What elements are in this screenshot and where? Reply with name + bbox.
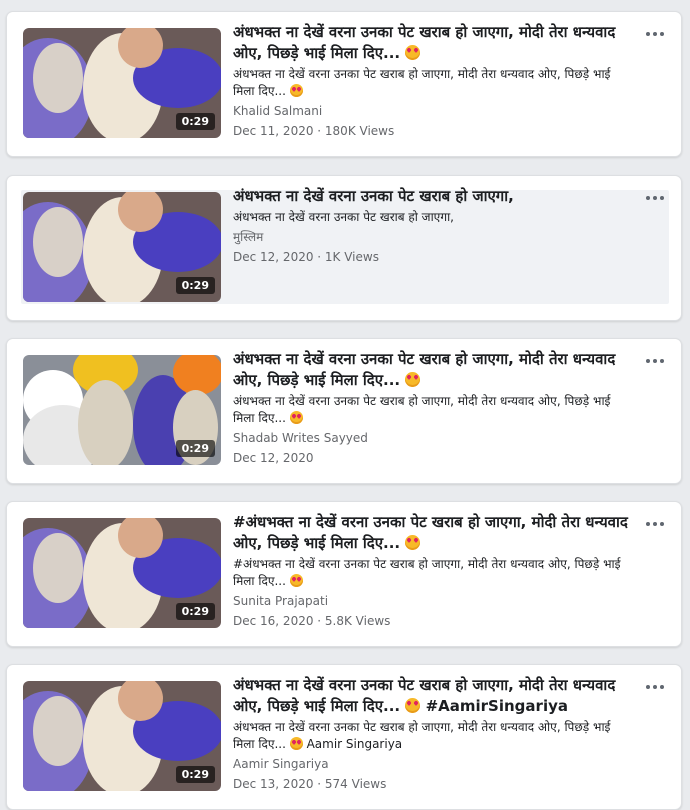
video-info: अंधभक्त ना देखें वरना उनका पेट खराब हो ज… [233, 675, 633, 793]
heart-eyes-emoji-icon [289, 84, 303, 97]
more-options-icon[interactable] [643, 353, 667, 369]
video-meta: Dec 12, 2020 · 1K Views [233, 250, 379, 264]
video-result-card[interactable]: 0:29 #अंधभक्त ना देखें वरना उनका पेट खरा… [6, 501, 682, 647]
heart-eyes-emoji-icon [289, 411, 303, 424]
video-duration: 0:29 [175, 277, 215, 294]
video-thumbnail[interactable]: 0:29 [23, 681, 221, 791]
video-duration: 0:29 [175, 440, 215, 457]
video-description: अंधभक्त ना देखें वरना उनका पेट खराब हो ज… [233, 720, 611, 751]
video-meta: Dec 12, 2020 [233, 451, 314, 465]
video-result-card[interactable]: 0:29 अंधभक्त ना देखें वरना उनका पेट खराब… [6, 338, 682, 484]
video-description: अंधभक्त ना देखें वरना उनका पेट खराब हो ज… [233, 394, 611, 425]
heart-eyes-emoji-icon [405, 698, 421, 713]
video-description: अंधभक्त ना देखें वरना उनका पेट खराब हो ज… [233, 210, 454, 224]
video-title[interactable]: अंधभक्त ना देखें वरना उनका पेट खराब हो ज… [233, 186, 633, 207]
video-result-card[interactable]: 0:29 अंधभक्त ना देखें वरना उनका पेट खराब… [6, 664, 682, 810]
video-duration: 0:29 [175, 113, 215, 130]
video-meta: Dec 13, 2020 · 574 Views [233, 777, 387, 791]
video-result-card[interactable]: 0:29 अंधभक्त ना देखें वरना उनका पेट खराब… [6, 175, 682, 321]
hashtag-link[interactable]: #AamirSingariya [426, 697, 568, 715]
video-duration: 0:29 [175, 766, 215, 783]
video-thumbnail[interactable]: 0:29 [23, 28, 221, 138]
video-duration: 0:29 [175, 603, 215, 620]
heart-eyes-emoji-icon [405, 45, 421, 60]
description-mention[interactable]: Aamir Singariya [307, 737, 403, 751]
more-options-icon[interactable] [643, 679, 667, 695]
video-result-card[interactable]: 0:29 अंधभक्त ना देखें वरना उनका पेट खराब… [6, 11, 682, 157]
video-thumbnail[interactable]: 0:29 [23, 355, 221, 465]
more-options-icon[interactable] [643, 26, 667, 42]
video-info: अंधभक्त ना देखें वरना उनका पेट खराब हो ज… [233, 186, 633, 266]
video-author[interactable]: मुस्लिम [233, 229, 633, 246]
video-author[interactable]: Khalid Salmani [233, 103, 633, 120]
video-title[interactable]: अंधभक्त ना देखें वरना उनका पेट खराब हो ज… [233, 22, 633, 64]
video-results-feed: 0:29 अंधभक्त ना देखें वरना उनका पेट खराब… [0, 0, 690, 810]
video-info: #अंधभक्त ना देखें वरना उनका पेट खराब हो … [233, 512, 633, 630]
more-options-icon[interactable] [643, 516, 667, 532]
heart-eyes-emoji-icon [289, 574, 303, 587]
video-description: #अंधभक्त ना देखें वरना उनका पेट खराब हो … [233, 557, 621, 588]
video-author[interactable]: Aamir Singariya [233, 756, 633, 773]
more-options-icon[interactable] [643, 190, 667, 206]
video-thumbnail[interactable]: 0:29 [23, 192, 221, 302]
heart-eyes-emoji-icon [405, 372, 421, 387]
video-title[interactable]: #अंधभक्त ना देखें वरना उनका पेट खराब हो … [233, 512, 633, 554]
video-author[interactable]: Shadab Writes Sayyed [233, 430, 633, 447]
heart-eyes-emoji-icon [289, 737, 303, 750]
video-info: अंधभक्त ना देखें वरना उनका पेट खराब हो ज… [233, 22, 633, 140]
video-description: अंधभक्त ना देखें वरना उनका पेट खराब हो ज… [233, 67, 611, 98]
video-meta: Dec 16, 2020 · 5.8K Views [233, 614, 391, 628]
video-thumbnail[interactable]: 0:29 [23, 518, 221, 628]
video-author[interactable]: Sunita Prajapati [233, 593, 633, 610]
heart-eyes-emoji-icon [405, 535, 421, 550]
video-meta: Dec 11, 2020 · 180K Views [233, 124, 395, 138]
video-title[interactable]: अंधभक्त ना देखें वरना उनका पेट खराब हो ज… [233, 675, 633, 717]
video-info: अंधभक्त ना देखें वरना उनका पेट खराब हो ज… [233, 349, 633, 467]
video-title[interactable]: अंधभक्त ना देखें वरना उनका पेट खराब हो ज… [233, 349, 633, 391]
